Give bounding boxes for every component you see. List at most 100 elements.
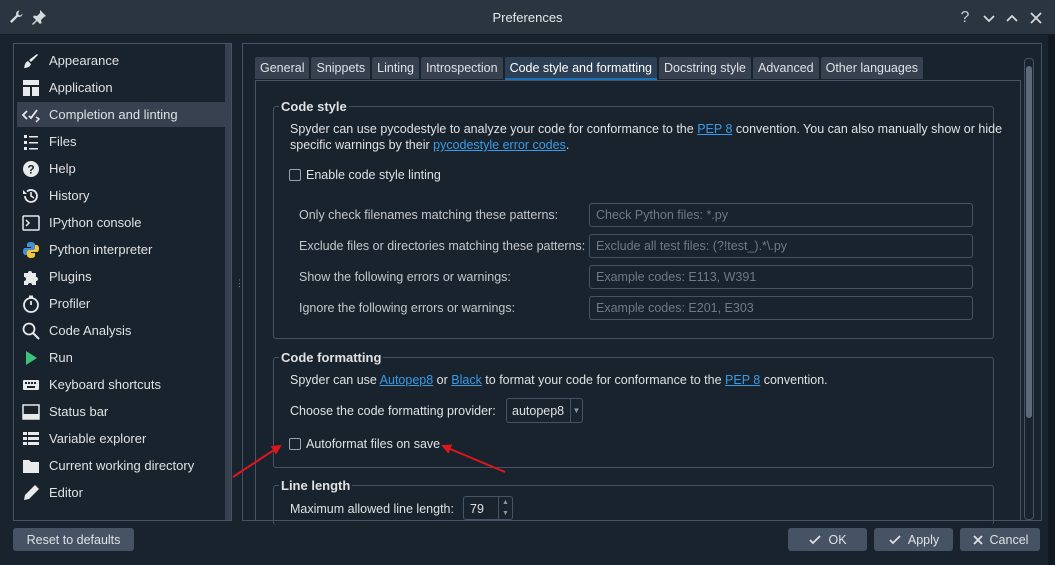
pep8-link[interactable]: PEP 8 <box>725 373 760 387</box>
show-errors-input[interactable] <box>590 266 972 288</box>
close-icon[interactable] <box>1026 8 1046 28</box>
pep8-link[interactable]: PEP 8 <box>697 122 732 136</box>
ok-button[interactable]: OK <box>788 528 867 551</box>
sidebar-item-editor[interactable]: Editor <box>17 480 227 505</box>
exclude-pattern-field[interactable] <box>589 234 973 258</box>
ignore-errors-field[interactable] <box>589 296 973 320</box>
enable-code-style-checkbox[interactable] <box>289 169 301 181</box>
show-errors-field[interactable] <box>589 265 973 289</box>
tab-general[interactable]: General <box>255 57 310 79</box>
sidebar-item-label: Help <box>49 161 76 176</box>
sidebar-item-current-working-directory[interactable]: Current working directory <box>17 453 227 478</box>
exclude-pattern-label: Exclude files or directories matching th… <box>299 239 586 253</box>
chevron-down-icon: ▼ <box>570 399 582 422</box>
formatting-provider-label: Choose the code formatting provider: <box>290 404 496 418</box>
maximize-icon[interactable] <box>1002 8 1022 28</box>
sidebar-item-label: Editor <box>49 485 83 500</box>
autoformat-on-save-checkbox[interactable] <box>289 438 301 450</box>
keyboard-icon <box>22 376 40 394</box>
ignore-errors-label: Ignore the following errors or warnings: <box>299 301 516 315</box>
ignore-errors-input[interactable] <box>590 297 972 319</box>
splitter-handle[interactable]: ⋮ <box>235 278 244 288</box>
tab-other-languages[interactable]: Other languages <box>820 57 924 79</box>
tab-introspection[interactable]: Introspection <box>420 57 503 79</box>
autoformat-on-save-label: Autoformat files on save <box>306 437 441 451</box>
sidebar-item-label: Profiler <box>49 296 91 311</box>
preferences-sidebar: Appearance Application Completion and li… <box>13 43 232 521</box>
filenames-pattern-field[interactable] <box>589 203 973 227</box>
line-length-title: Line length <box>279 478 353 493</box>
code-style-title: Code style <box>279 99 349 114</box>
filenames-pattern-input[interactable] <box>590 204 972 226</box>
reset-to-defaults-button[interactable]: Reset to defaults <box>13 528 134 551</box>
sidebar-item-label: History <box>49 188 90 203</box>
folder-icon <box>22 457 40 475</box>
sidebar-item-application[interactable]: Application <box>17 75 227 100</box>
scrollbar-thumb[interactable] <box>1026 66 1032 418</box>
paintbrush-icon <box>22 52 40 70</box>
sidebar-item-label: Files <box>49 134 77 149</box>
apply-button[interactable]: Apply <box>874 528 953 551</box>
svg-text:?: ? <box>27 162 34 176</box>
files-icon <box>22 133 40 151</box>
sidebar-scrollbar[interactable] <box>225 44 231 520</box>
tab-code-style-and-formatting[interactable]: Code style and formatting <box>504 57 658 80</box>
puzzle-icon <box>22 268 40 286</box>
check-code-icon <box>22 106 40 124</box>
sidebar-item-files[interactable]: Files <box>17 129 227 154</box>
sidebar-item-label: Current working directory <box>49 458 195 473</box>
sidebar-item-python-interpreter[interactable]: Python interpreter <box>17 237 227 262</box>
sidebar-item-label: IPython console <box>49 215 142 230</box>
minimize-icon[interactable] <box>979 8 999 28</box>
tab-content: Code style Spyder can use pycodestyle to… <box>255 80 1021 525</box>
close-icon <box>972 534 983 545</box>
sidebar-item-code-analysis[interactable]: Code Analysis <box>17 318 227 343</box>
sidebar-item-ipython-console[interactable]: IPython console <box>17 210 227 235</box>
black-link[interactable]: Black <box>451 373 482 387</box>
sidebar-item-label: Plugins <box>49 269 92 284</box>
content-scrollbar[interactable] <box>1024 58 1034 520</box>
window-edge <box>1048 35 1055 565</box>
sidebar-item-label: Code Analysis <box>49 323 132 338</box>
apply-label: Apply <box>907 532 940 547</box>
preferences-page: General Snippets Linting Introspection C… <box>242 43 1042 525</box>
sidebar-item-keyboard-shortcuts[interactable]: Keyboard shortcuts <box>17 372 227 397</box>
tab-snippets[interactable]: Snippets <box>311 57 371 79</box>
sidebar-item-help[interactable]: ? Help <box>17 156 227 181</box>
formatting-provider-value: autopep8 <box>512 404 565 418</box>
sidebar-item-label: Completion and linting <box>49 107 178 122</box>
pycodestyle-error-codes-link[interactable]: pycodestyle error codes <box>433 138 566 152</box>
check-icon <box>809 534 822 544</box>
enable-code-style-label: Enable code style linting <box>306 168 441 182</box>
console-icon <box>22 214 40 232</box>
formatting-provider-select[interactable]: autopep8 ▼ <box>506 398 583 423</box>
sidebar-item-profiler[interactable]: Profiler <box>17 291 227 316</box>
exclude-pattern-input[interactable] <box>590 235 972 257</box>
tab-linting[interactable]: Linting <box>372 57 419 79</box>
sidebar-item-history[interactable]: History <box>17 183 227 208</box>
tab-docstring-style[interactable]: Docstring style <box>659 57 751 79</box>
spin-arrows-icon[interactable]: ▲ ▼ <box>498 497 512 519</box>
tab-advanced[interactable]: Advanced <box>753 57 819 79</box>
sidebar-item-label: Status bar <box>49 404 109 419</box>
sidebar-item-appearance[interactable]: Appearance <box>17 48 227 73</box>
sidebar-item-completion-and-linting[interactable]: Completion and linting <box>17 102 227 127</box>
stopwatch-icon <box>22 295 40 313</box>
code-formatting-title: Code formatting <box>279 350 384 365</box>
code-formatting-description: Spyder can use Autopep8 or Black to form… <box>290 373 828 387</box>
help-icon[interactable]: ? <box>955 8 975 28</box>
sidebar-item-variable-explorer[interactable]: Variable explorer <box>17 426 227 451</box>
sidebar-item-label: Variable explorer <box>49 431 147 446</box>
help-circle-icon: ? <box>22 160 40 178</box>
max-line-length-spinbox[interactable]: 79 ▲ ▼ <box>463 496 513 520</box>
sidebar-item-status-bar[interactable]: Status bar <box>17 399 227 424</box>
sidebar-item-plugins[interactable]: Plugins <box>17 264 227 289</box>
cancel-button[interactable]: Cancel <box>960 528 1040 551</box>
sidebar-item-run[interactable]: Run <box>17 345 227 370</box>
window-title: Preferences <box>492 10 563 25</box>
application-icon <box>22 79 40 97</box>
table-icon <box>22 430 40 448</box>
ok-label: OK <box>828 532 847 547</box>
tab-bar: General Snippets Linting Introspection C… <box>255 57 924 80</box>
autopep8-link[interactable]: Autopep8 <box>380 373 434 387</box>
